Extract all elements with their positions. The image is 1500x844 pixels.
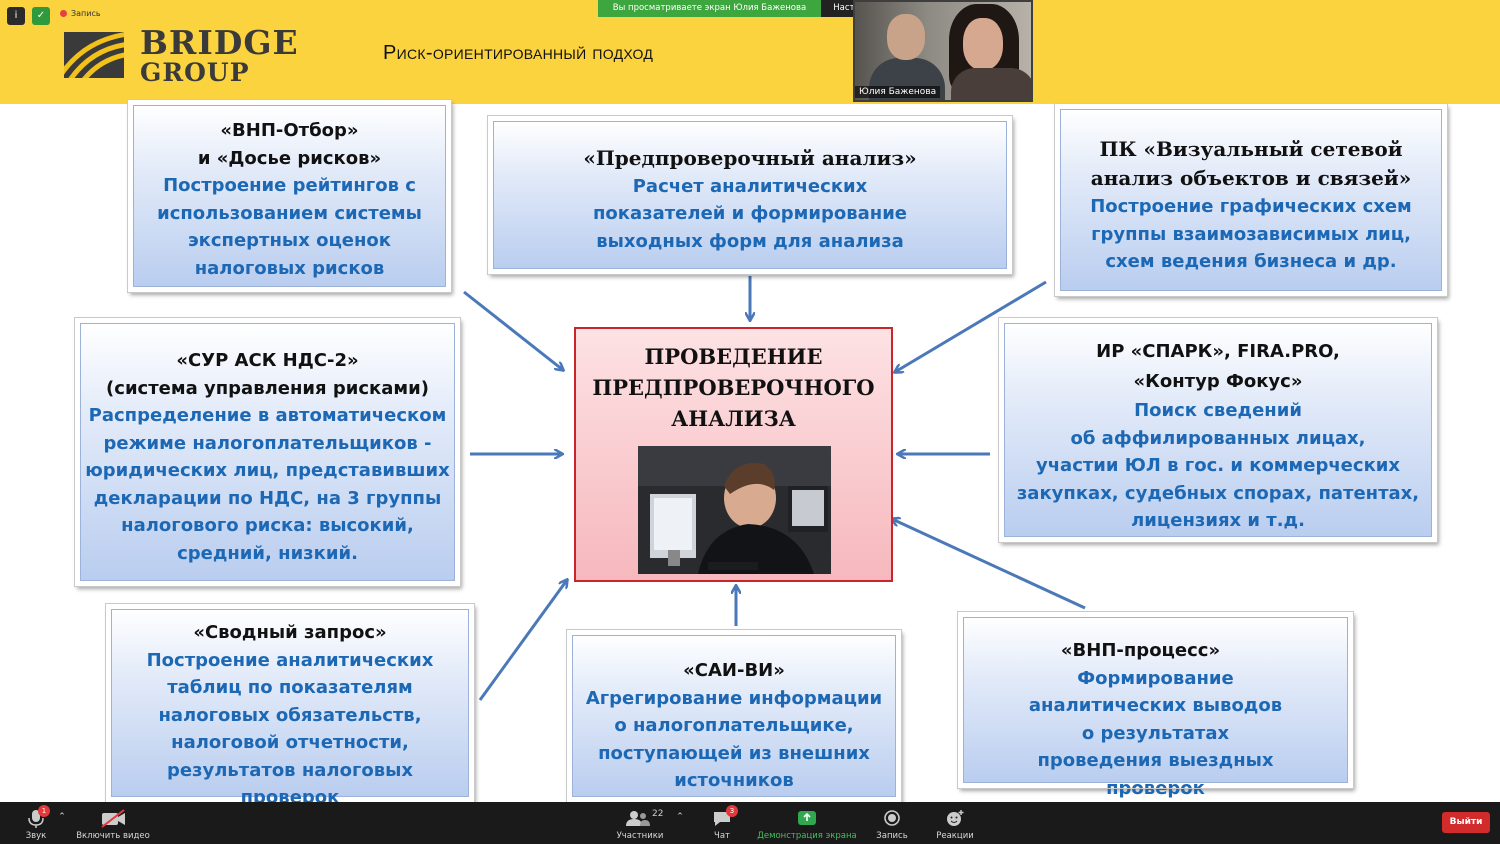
box-vnp-process-title: «ВНП-процесс» (1060, 640, 1221, 661)
reactions-icon (947, 810, 964, 826)
share-screen-icon (798, 811, 816, 825)
box-vnp-process: «ВНП-процесс» Формирование аналитических… (957, 611, 1354, 799)
center-title: ПРОВЕДЕНИЕ ПРЕДПРОВЕРОЧНОГО АНАЛИЗА (592, 344, 875, 431)
box-svodny: «Сводный запрос» Построение аналитически… (105, 603, 475, 808)
center-box: ПРОВЕДЕНИЕ ПРЕДПРОВЕРОЧНОГО АНАЛИЗА (574, 327, 893, 582)
box-sur-desc: Распределение в автоматическом режиме на… (85, 405, 450, 564)
box-spark-title: ИР «СПАРК», FIRA.PRO, «Контур Фокус» (1096, 341, 1340, 392)
leave-meeting-button[interactable]: Выйти (1442, 812, 1490, 833)
meeting-toolbar: Звук 1 ⌃ Включить видео Участники 22 ⌃ Ч… (0, 802, 1500, 844)
reactions-button[interactable]: Реакции (932, 802, 978, 844)
chat-label: Чат (714, 831, 730, 841)
audio-label: Звук (25, 831, 47, 841)
video-label: Включить видео (76, 831, 150, 841)
box-vizual-desc: Построение графических схем группы взаим… (1090, 196, 1412, 272)
box-sai: «САИ-ВИ» Агрегирование информации о нало… (566, 629, 902, 803)
record-label: Запись (876, 831, 908, 841)
box-spark: ИР «СПАРК», FIRA.PRO, «Контур Фокус» Пои… (998, 317, 1438, 543)
box-vnp-process-desc: Формирование аналитических выводов о рез… (1028, 667, 1283, 799)
box-predproverka-desc: Расчет аналитических показателей и форми… (592, 175, 908, 252)
analyst-photo (638, 446, 831, 574)
participants-count: 22 (652, 809, 664, 819)
box-sai-desc: Агрегирование информации о налогоплатель… (585, 687, 883, 792)
box-svodny-desc: Построение аналитических таблиц по показ… (146, 649, 434, 809)
box-sai-title: «САИ-ВИ» (683, 660, 785, 681)
audio-options-chevron-icon[interactable]: ⌃ (56, 802, 68, 844)
participants-button[interactable]: Участники 22 (612, 802, 668, 844)
microphone-icon (28, 810, 44, 828)
box-svodny-title: «Сводный запрос» (193, 622, 387, 643)
share-screen-label: Демонстрация экрана (757, 831, 857, 841)
chat-badge: 3 (726, 805, 738, 817)
record-icon (884, 810, 900, 826)
record-button[interactable]: Запись (872, 802, 912, 844)
audio-button[interactable]: Звук 1 (16, 802, 56, 844)
chat-button[interactable]: Чат 3 (702, 802, 742, 844)
box-vizual-title: ПК «Визуальный сетевой анализ объектов и… (1090, 137, 1412, 190)
box-predproverka: «Предпроверочный анализ» Расчет аналитич… (487, 115, 1013, 275)
participants-label: Участники (616, 831, 664, 841)
share-screen-button[interactable]: Демонстрация экрана (756, 802, 858, 844)
video-off-icon (101, 809, 125, 828)
box-vnp-otbor-title: «ВНП-Отбор» и «Досье рисков» (197, 120, 382, 169)
box-spark-desc: Поиск сведений об аффилированных лицах, … (1016, 400, 1420, 531)
arrow-svodny (478, 580, 567, 701)
reactions-label: Реакции (936, 831, 974, 841)
box-sur-title: «СУР АСК НДС-2» (система управления риск… (106, 350, 429, 399)
box-vnp-otbor: «ВНП-Отбор» и «Досье рисков» Построение … (127, 99, 452, 293)
box-vizual: ПК «Визуальный сетевой анализ объектов и… (1054, 103, 1448, 297)
arrow-vnp-otbor (463, 290, 563, 370)
audio-badge: 1 (38, 805, 50, 817)
box-vnp-otbor-desc: Построение рейтингов с использованием си… (157, 175, 422, 279)
video-button[interactable]: Включить видео (74, 802, 152, 844)
box-sur: «СУР АСК НДС-2» (система управления риск… (74, 317, 461, 587)
participants-options-chevron-icon[interactable]: ⌃ (674, 802, 686, 844)
box-predproverka-title: «Предпроверочный анализ» (583, 146, 917, 170)
